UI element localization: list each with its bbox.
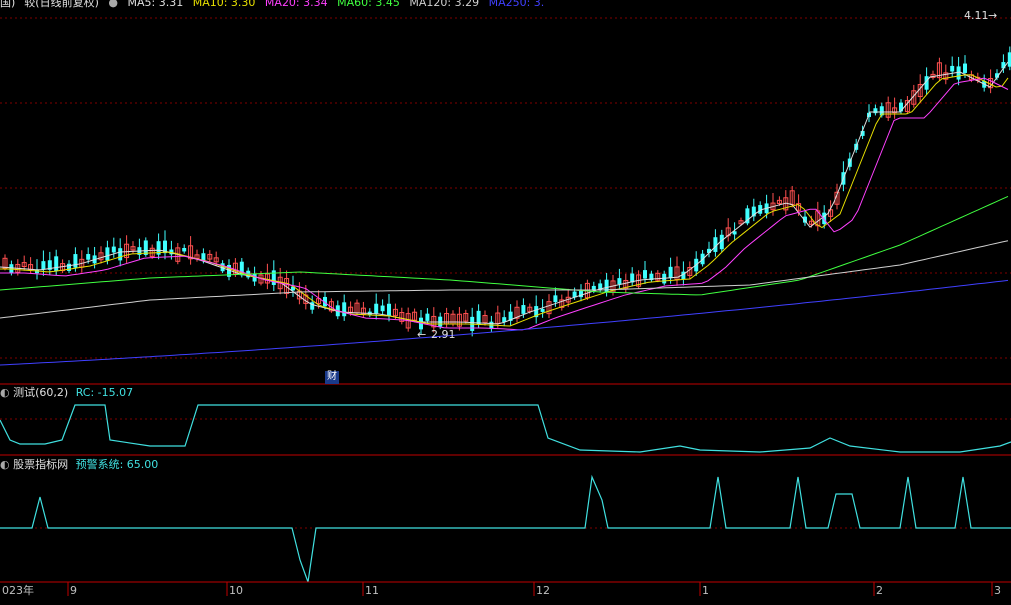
candle-body — [956, 66, 961, 80]
indicator2-name: 股票指标网 — [13, 458, 69, 471]
candle-body — [617, 278, 622, 285]
candle-body — [476, 310, 481, 325]
candle-body — [105, 247, 110, 261]
candle-body — [201, 253, 206, 261]
panel-separators — [0, 383, 1011, 583]
candle-body — [111, 246, 116, 253]
header-bar: 国) `较(日线前复权) ● MA5: 3.31 MA10: 3.30 MA20… — [0, 0, 550, 9]
indicator2-panel[interactable] — [0, 474, 1011, 583]
high-arrow-icon: → — [988, 9, 998, 22]
candle-body — [252, 274, 257, 282]
chart-title: 国) `较(日线前复权) — [0, 0, 99, 9]
rc-line — [0, 404, 1011, 453]
time-label: 023年 — [2, 584, 34, 597]
circle-icon[interactable]: ◐ — [0, 458, 10, 471]
time-label: 10 — [229, 584, 243, 597]
indicator1-value: RC: -15.07 — [75, 386, 134, 399]
stock-chart[interactable] — [0, 0, 1011, 605]
candle-body — [387, 303, 391, 316]
candle-body — [521, 305, 526, 314]
candle-body — [604, 279, 609, 293]
candle-body — [553, 295, 558, 303]
candle-body — [67, 263, 71, 271]
candle-body — [86, 254, 91, 260]
ma120-line — [0, 240, 1009, 319]
indicator1-header: ◐ 测试(60,2) RC: -15.07 — [0, 387, 133, 399]
indicator1-panel[interactable] — [0, 404, 1011, 453]
low-arrow-icon: ← — [417, 328, 427, 341]
time-label: 2 — [876, 584, 883, 597]
price-gridlines — [0, 17, 1011, 529]
candle-body — [950, 65, 955, 72]
candle-body — [643, 270, 647, 279]
main-price-panel[interactable] — [0, 17, 1011, 529]
time-label: 3 — [994, 584, 1001, 597]
low-price-label: 2.91 — [431, 328, 456, 341]
ma20-label: MA20: 3.34 — [264, 0, 328, 9]
ma5-label: MA5: 3.31 — [127, 0, 184, 9]
indicator1-name: 测试(60,2) — [13, 386, 69, 399]
candle-body — [1001, 62, 1006, 69]
time-label: 1 — [702, 584, 709, 597]
candle-body — [342, 302, 347, 317]
ma10-label: MA10: 3.30 — [192, 0, 256, 9]
circle-icon[interactable]: ◐ — [0, 386, 10, 399]
candle-body — [73, 254, 78, 268]
ma10-line — [0, 74, 1009, 327]
candle-body — [41, 261, 46, 270]
time-label: 9 — [70, 584, 77, 597]
candle-body — [963, 63, 967, 73]
rc-indicator-line — [0, 404, 1011, 453]
candle-body — [579, 291, 583, 298]
indicator2-value: 预警系统: 65.00 — [75, 458, 159, 471]
time-axis-ticks — [67, 582, 993, 596]
time-label: 11 — [365, 584, 379, 597]
candlestick-series[interactable] — [2, 46, 1011, 337]
candle-body — [118, 248, 123, 261]
high-price-label: 4.11 — [964, 9, 989, 22]
candle-body — [374, 303, 379, 314]
candle-body — [540, 308, 545, 312]
ma60-line — [0, 195, 1009, 296]
settings-icon[interactable]: ● — [108, 0, 118, 9]
candle-body — [668, 266, 673, 279]
indicator2-header: ◐ 股票指标网 预警系统: 65.00 — [0, 459, 158, 471]
candle-body — [380, 305, 385, 312]
candle-body — [182, 247, 187, 252]
ma250-label: MA250: 3. — [488, 0, 545, 9]
ma120-label: MA120: 3.29 — [409, 0, 480, 9]
ma60-label: MA60: 3.45 — [337, 0, 400, 9]
warning-indicator-line — [0, 474, 1011, 583]
ma20-line — [0, 77, 1009, 331]
time-label: 12 — [536, 584, 550, 597]
candle-body — [54, 256, 59, 272]
candle-body — [425, 313, 430, 321]
finance-marker[interactable]: 财 — [325, 371, 339, 384]
warning-line — [0, 474, 1011, 583]
